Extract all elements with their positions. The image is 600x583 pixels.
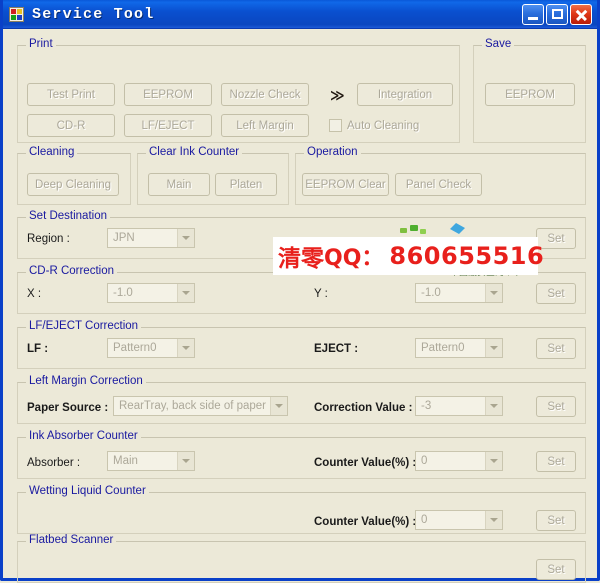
auto-cleaning-label: Auto Cleaning [347, 120, 420, 132]
group-wetting-liquid-counter-label: Wetting Liquid Counter [26, 485, 149, 498]
clear-ink-platen-button[interactable]: Platen [215, 173, 277, 196]
close-button[interactable] [570, 3, 592, 25]
chevron-down-icon[interactable] [485, 284, 502, 302]
cdr-y-select-value: -1.0 [421, 287, 441, 299]
cdr-y-label: Y : [314, 288, 328, 300]
correction-value-label: Correction Value : [314, 402, 413, 414]
absorber-label: Absorber : [27, 457, 81, 469]
group-flatbed-scanner: Flatbed Scanner [17, 534, 586, 583]
absorber-counter-label: Counter Value(%) : [314, 457, 417, 469]
cdr-button[interactable]: CD-R [27, 114, 115, 137]
test-print-button[interactable]: Test Print [27, 83, 115, 106]
group-left-margin-correction-label: Left Margin Correction [26, 375, 146, 388]
wetting-counter-label: Counter Value(%) : [314, 516, 417, 528]
printer-app-icon [8, 6, 25, 23]
chevron-down-icon[interactable] [485, 452, 502, 470]
chevron-down-icon[interactable] [177, 284, 194, 302]
group-set-destination: Set Destination [17, 210, 586, 259]
lf-select-value: Pattern0 [113, 342, 157, 354]
group-clear-ink-counter-label: Clear Ink Counter [146, 146, 243, 159]
maximize-button[interactable] [546, 3, 568, 25]
eject-select[interactable]: Pattern0 [415, 338, 503, 358]
title-bar: Service Tool [3, 0, 597, 29]
save-eeprom-button[interactable]: EEPROM [485, 83, 575, 106]
absorber-select[interactable]: Main [107, 451, 195, 471]
lf-label: LF : [27, 343, 49, 355]
group-cdr-correction-label: CD-R Correction [26, 265, 117, 278]
absorber-counter-select-value: 0 [421, 455, 428, 467]
left-margin-button[interactable]: Left Margin [221, 114, 309, 137]
cdr-correction-set-button[interactable]: Set [536, 283, 576, 304]
absorber-counter-select[interactable]: 0 [415, 451, 503, 471]
flatbed-scanner-set-button[interactable]: Set [536, 559, 576, 580]
chevron-right-double-icon: ≫ [330, 87, 345, 103]
auto-cleaning-checkbox[interactable] [329, 119, 342, 132]
chevron-down-icon[interactable] [177, 229, 194, 247]
cdr-x-select[interactable]: -1.0 [107, 283, 195, 303]
group-save-label: Save [482, 38, 515, 51]
clear-ink-main-button[interactable]: Main [148, 173, 210, 196]
cdr-x-select-value: -1.0 [113, 287, 133, 299]
group-flatbed-scanner-label: Flatbed Scanner [26, 534, 117, 547]
lf-select[interactable]: Pattern0 [107, 338, 195, 358]
eject-label: EJECT : [314, 343, 359, 355]
cdr-y-select[interactable]: -1.0 [415, 283, 503, 303]
group-set-destination-label: Set Destination [26, 210, 110, 223]
group-lf-eject-correction-label: LF/EJECT Correction [26, 320, 142, 333]
eject-select-value: Pattern0 [421, 342, 465, 354]
deep-cleaning-button[interactable]: Deep Cleaning [27, 173, 119, 196]
service-tool-window: Service Tool Print Test Print EEPROM Noz… [0, 0, 600, 583]
left-margin-correction-set-button[interactable]: Set [536, 396, 576, 417]
window-title: Service Tool [32, 5, 155, 23]
group-print-label: Print [26, 38, 56, 51]
set-destination-set-button[interactable]: Set [536, 228, 576, 249]
ink-absorber-set-button[interactable]: Set [536, 451, 576, 472]
chevron-down-icon[interactable] [485, 511, 502, 529]
window-controls [522, 3, 594, 25]
lf-eject-correction-set-button[interactable]: Set [536, 338, 576, 359]
panel-check-button[interactable]: Panel Check [395, 173, 482, 196]
eeprom-clear-button[interactable]: EEPROM Clear [302, 173, 389, 196]
region-select-value: JPN [113, 232, 135, 244]
paper-source-label: Paper Source : [27, 402, 109, 414]
region-select[interactable]: JPN [107, 228, 195, 248]
wetting-liquid-set-button[interactable]: Set [536, 510, 576, 531]
absorber-select-value: Main [113, 455, 138, 467]
client-area: Print Test Print EEPROM Nozzle Check ≫ I… [3, 29, 597, 583]
chevron-down-icon[interactable] [177, 452, 194, 470]
group-operation-label: Operation [304, 146, 361, 159]
minimize-button[interactable] [522, 3, 544, 25]
chevron-down-icon[interactable] [177, 339, 194, 357]
paper-source-select-value: RearTray, back side of paper [119, 400, 267, 412]
wetting-counter-select[interactable]: 0 [415, 510, 503, 530]
group-cleaning-label: Cleaning [26, 146, 78, 159]
group-ink-absorber-counter-label: Ink Absorber Counter [26, 430, 141, 443]
integration-button[interactable]: Integration [357, 83, 453, 106]
chevron-down-icon[interactable] [270, 397, 287, 415]
lf-eject-button[interactable]: LF/EJECT [124, 114, 212, 137]
chevron-down-icon[interactable] [485, 339, 502, 357]
cdr-x-label: X : [27, 288, 42, 300]
chevron-down-icon[interactable] [485, 397, 502, 415]
paper-source-select[interactable]: RearTray, back side of paper [113, 396, 288, 416]
wetting-counter-select-value: 0 [421, 514, 428, 526]
nozzle-check-button[interactable]: Nozzle Check [221, 83, 309, 106]
correction-value-select-value: -3 [421, 400, 432, 412]
region-label: Region : [27, 233, 70, 245]
print-eeprom-button[interactable]: EEPROM [124, 83, 212, 106]
correction-value-select[interactable]: -3 [415, 396, 503, 416]
